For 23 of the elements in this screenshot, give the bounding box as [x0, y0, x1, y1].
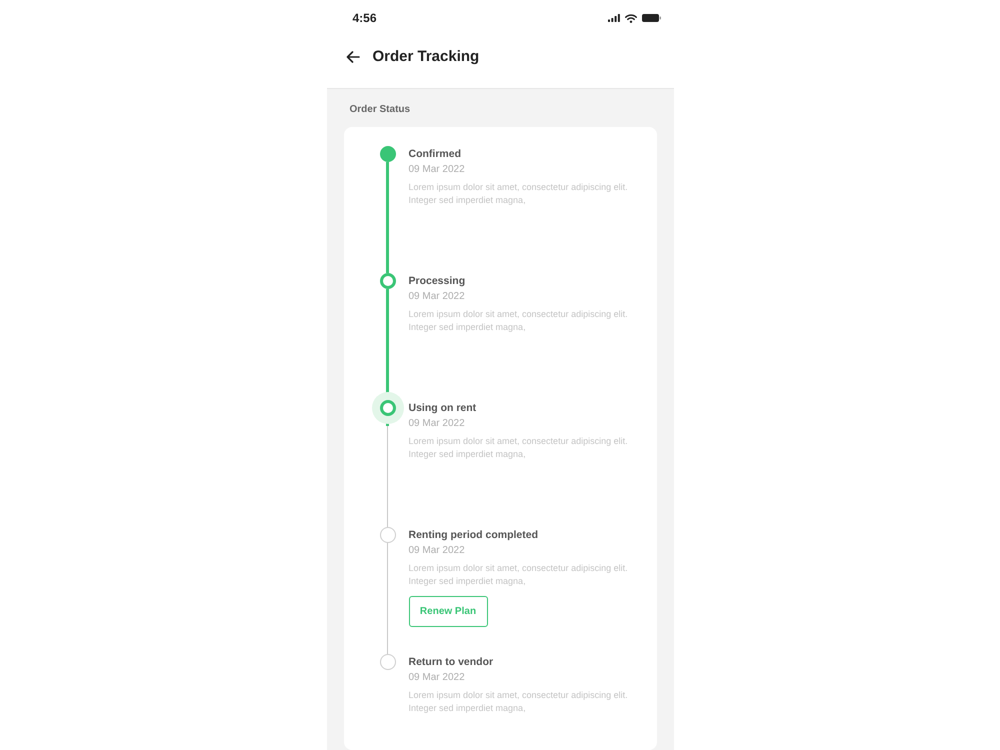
- battery-icon: [642, 14, 660, 22]
- step-date: 09 Mar 2022: [408, 163, 465, 177]
- step-title: Renting period completed: [408, 528, 538, 543]
- step-date: 09 Mar 2022: [408, 671, 465, 685]
- step-date: 09 Mar 2022: [408, 290, 465, 304]
- step-description: Lorem ipsum dolor sit amet, consectetur adipiscing elit. Integer sed imperdiet magna,: [408, 689, 629, 715]
- step-title: Confirmed: [408, 147, 461, 162]
- section-label: Order Status: [348, 104, 412, 116]
- step-description: Lorem ipsum dolor sit amet, consectetur adipiscing elit. Integer sed imperdiet magna,: [408, 562, 629, 588]
- page-title: Order Tracking: [372, 46, 480, 67]
- step-date: 09 Mar 2022: [408, 417, 465, 431]
- back-arrow-icon: [346, 51, 360, 63]
- step-title: Return to vendor: [408, 655, 494, 670]
- step-title: Processing: [408, 274, 466, 289]
- renew-plan-button[interactable]: Renew Plan: [408, 596, 488, 627]
- step-description: Lorem ipsum dolor sit amet, consectetur adipiscing elit. Integer sed imperdiet magna,: [408, 435, 629, 461]
- step-date: 09 Mar 2022: [408, 544, 465, 558]
- step-description: Lorem ipsum dolor sit amet, consectetur adipiscing elit. Integer sed imperdiet magna,: [408, 308, 629, 334]
- step-description: Lorem ipsum dolor sit amet, consectetur adipiscing elit. Integer sed imperdiet magna,: [408, 181, 629, 207]
- status-time: 4:56: [352, 10, 377, 27]
- signal-icon: [608, 14, 620, 22]
- wifi-icon: [624, 14, 636, 22]
- step-title: Using on rent: [408, 401, 476, 416]
